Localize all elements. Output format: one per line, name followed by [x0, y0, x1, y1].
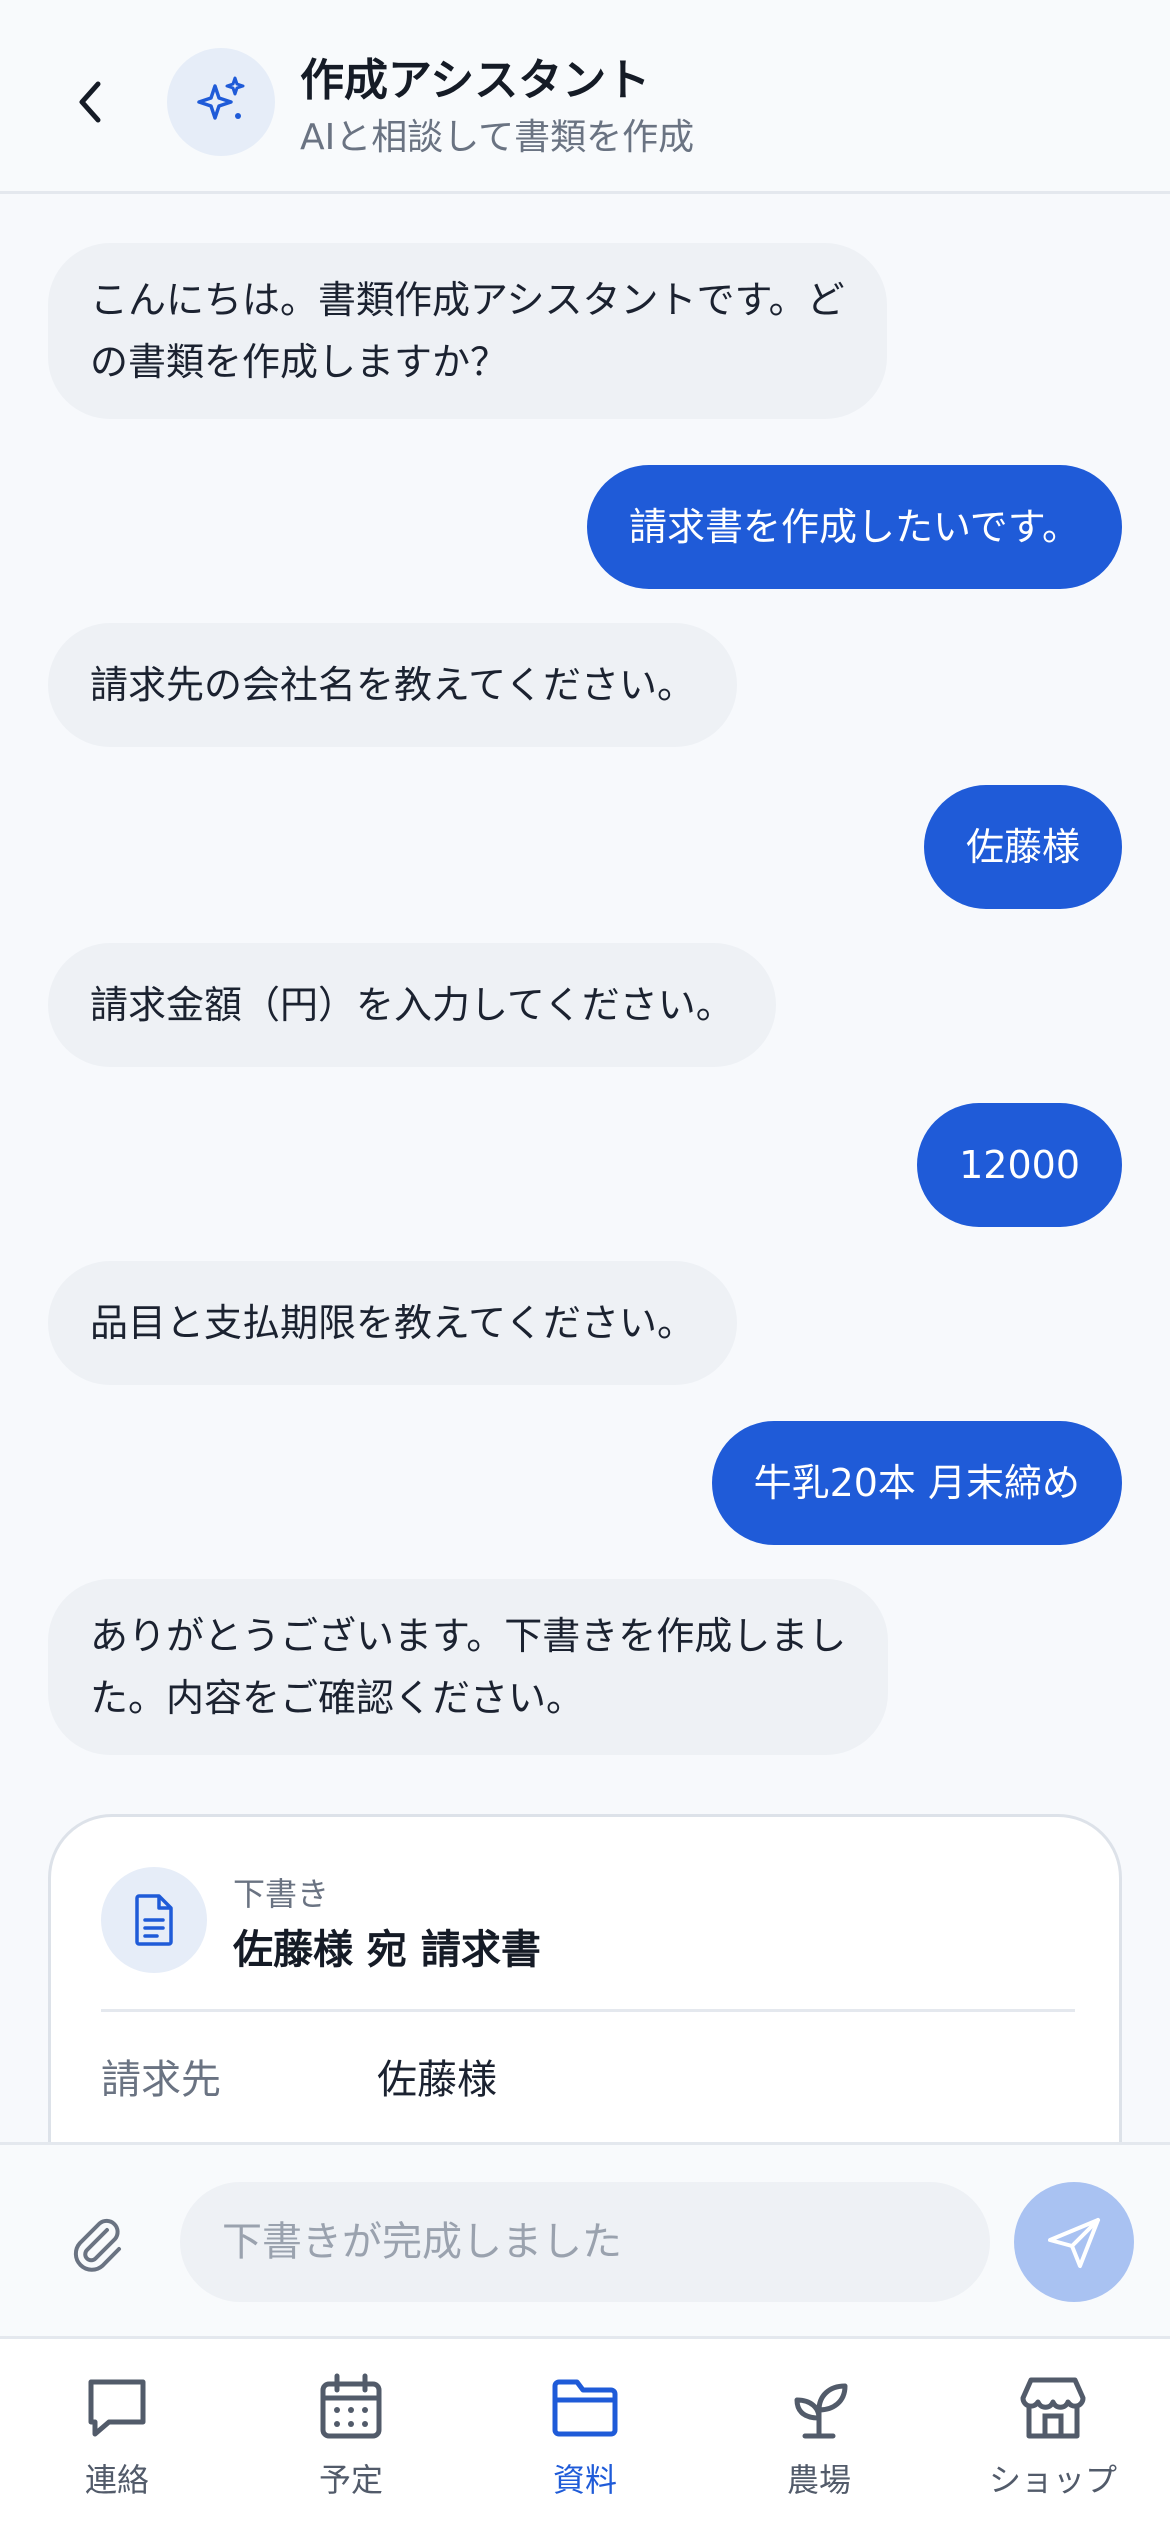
send-icon [1048, 2218, 1100, 2268]
message-input[interactable] [180, 2182, 990, 2302]
paperclip-icon [73, 2218, 121, 2272]
send-button[interactable] [1014, 2182, 1134, 2302]
user-message: 佐藤様 [923, 785, 1122, 909]
draft-label: 下書き [233, 1875, 330, 1913]
page-subtitle: AIと相談して書類を作成 [300, 117, 695, 158]
assistant-avatar [167, 48, 275, 156]
bot-message: 請求先の会社名を教えてください。 [48, 623, 737, 747]
message-line: の書類を作成しますか？ [90, 340, 509, 384]
nav-item-shop[interactable]: ショップ [936, 2339, 1170, 2532]
bottom-nav: 連絡 予定 資料 農場 ショップ [0, 2336, 1170, 2532]
nav-label: 連絡 [84, 2461, 149, 2499]
input-bar [0, 2142, 1170, 2336]
nav-item-schedule[interactable]: 予定 [234, 2339, 468, 2532]
draft-icon-wrap [101, 1867, 207, 1973]
user-message: 牛乳20本 月末締め [711, 1421, 1122, 1545]
bot-message: こんにちは。書類作成アシスタントです。ど の書類を作成しますか？ [48, 243, 887, 419]
nav-item-documents[interactable]: 資料 [468, 2339, 702, 2532]
calendar-icon [320, 2373, 382, 2439]
field-value: 佐藤様 [377, 2057, 497, 2103]
draft-title: 佐藤様 宛 請求書 [233, 1927, 541, 1973]
document-icon [135, 1894, 173, 1946]
page-title: 作成アシスタント [300, 55, 651, 106]
user-message: 請求書を作成したいです。 [586, 465, 1122, 589]
bot-message: 請求金額（円）を入力してください。 [48, 943, 776, 1067]
nav-label: 農場 [786, 2461, 851, 2499]
message-line: こんにちは。書類作成アシスタントです。ど [90, 278, 845, 322]
draft-card[interactable]: 下書き 佐藤様 宛 請求書 請求先 佐藤様 [48, 1814, 1122, 2144]
field-key: 請求先 [101, 2057, 221, 2103]
bot-message: ありがとうございます。下書きを作成しまし た。内容をご確認ください。 [48, 1579, 889, 1755]
sprout-icon [794, 2383, 848, 2439]
store-icon [1020, 2377, 1086, 2439]
folder-icon [552, 2379, 618, 2437]
sparkles-icon [197, 76, 245, 120]
nav-label: ショップ [988, 2461, 1117, 2499]
attach-button[interactable] [60, 2205, 134, 2279]
chat-icon [88, 2379, 146, 2437]
nav-label: 資料 [552, 2461, 617, 2499]
back-button[interactable] [60, 64, 120, 140]
chevron-left-icon [79, 81, 101, 123]
nav-label: 予定 [318, 2461, 383, 2499]
nav-item-contact[interactable]: 連絡 [0, 2339, 234, 2532]
divider [101, 2009, 1075, 2012]
message-line: ありがとうございます。下書きを作成しまし [90, 1614, 847, 1658]
message-line: た。内容をご確認ください。 [90, 1676, 585, 1720]
header: 作成アシスタント AIと相談して書類を作成 [0, 0, 1170, 194]
bot-message: 品目と支払期限を教えてください。 [48, 1261, 737, 1385]
chat-area[interactable]: こんにちは。書類作成アシスタントです。ど の書類を作成しますか？ 請求書を作成し… [0, 197, 1170, 2144]
user-message: 12000 [917, 1103, 1122, 1227]
nav-item-farm[interactable]: 農場 [702, 2339, 936, 2532]
